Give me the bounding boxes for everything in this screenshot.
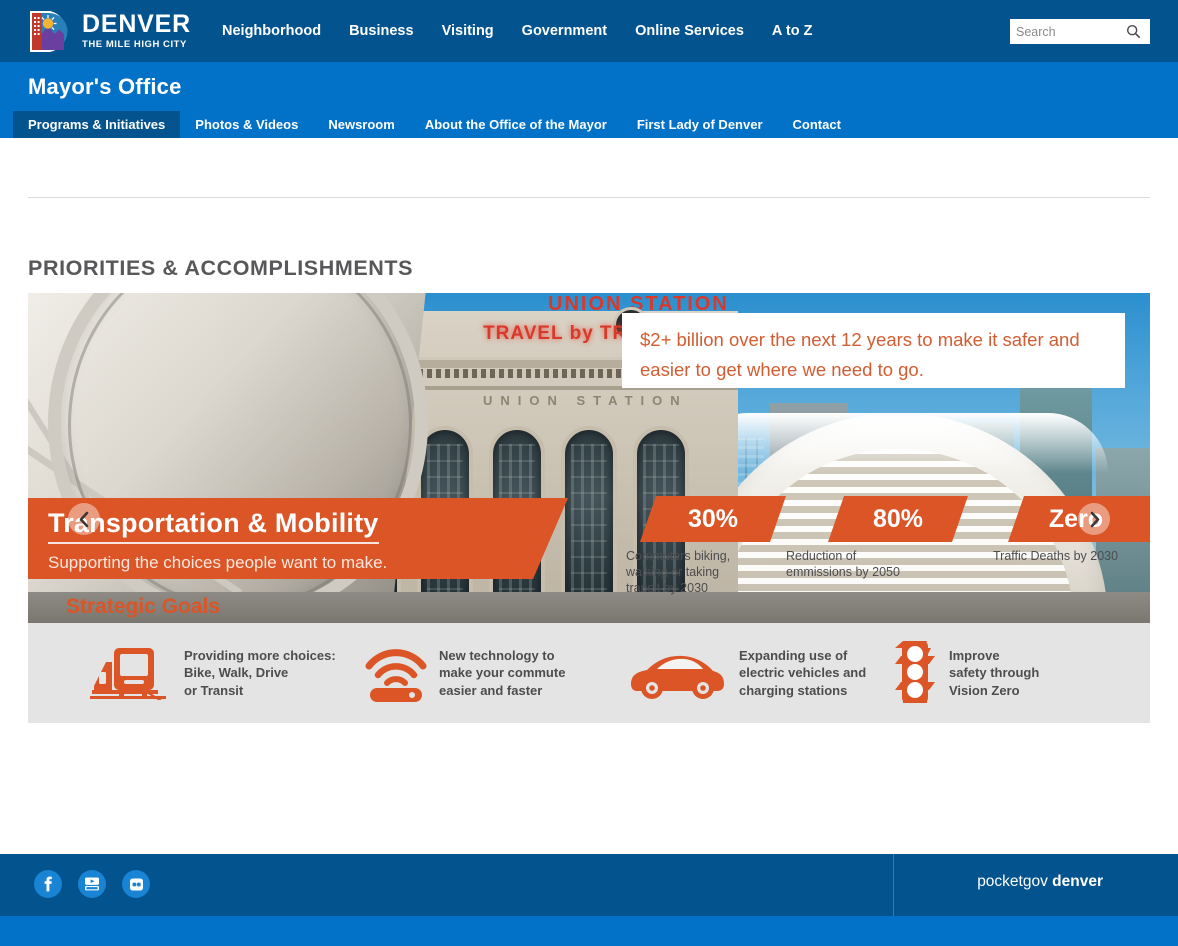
goal-text-line: Improve safety through Vision Zero xyxy=(949,647,1040,698)
tab-programs-initiatives[interactable]: Programs & Initiatives xyxy=(13,111,181,138)
facebook-icon[interactable] xyxy=(34,870,62,898)
chevron-left-icon xyxy=(79,511,88,527)
hero-banner-subtitle: Supporting the choices people want to ma… xyxy=(48,553,388,572)
wifi-signal-icon xyxy=(365,649,427,702)
nav-item-online-services[interactable]: Online Services xyxy=(621,0,758,62)
flickr-glyph-icon xyxy=(129,878,143,890)
strategic-goals-band: Providing more choices: Bike, Walk, Driv… xyxy=(28,623,1150,723)
hero-title-banner: Transportation & Mobility Supporting the… xyxy=(28,498,568,579)
tensile-canopy xyxy=(28,293,458,638)
stat-number: 30% xyxy=(687,505,739,533)
office-bar: Mayor's Office Programs & Initiatives Ph… xyxy=(0,62,1178,138)
footer: pocketgov denver xyxy=(0,854,1178,916)
stat-label: Traffic Deaths by 2030 xyxy=(993,549,1119,563)
main-navigation: Neighborhood Business Visiting Governmen… xyxy=(208,0,826,62)
car-icon xyxy=(631,655,724,699)
tab-photos-videos[interactable]: Photos & Videos xyxy=(180,111,313,138)
nav-item-a-to-z[interactable]: A to Z xyxy=(758,0,827,62)
footer-bottom-strip xyxy=(0,916,1178,946)
youtube-glyph-icon xyxy=(85,877,99,891)
stat-badge: 80% xyxy=(828,496,968,542)
pocketgov-link[interactable]: pocketgov denver xyxy=(977,873,1103,891)
goal-text: Improve safety through Vision Zero xyxy=(949,647,1039,700)
divider xyxy=(28,197,1150,198)
goal-text-line: Providing more choices: Bike, Walk, Driv… xyxy=(184,647,336,698)
youtube-icon[interactable] xyxy=(78,870,106,898)
canopy-edge xyxy=(688,413,1108,473)
goal-text: Providing more choices: Bike, Walk, Driv… xyxy=(184,647,336,700)
flickr-icon[interactable] xyxy=(122,870,150,898)
facebook-glyph-icon xyxy=(44,876,52,892)
nav-item-visiting[interactable]: Visiting xyxy=(428,0,508,62)
search-icon xyxy=(1126,24,1140,39)
station-name-inscription: UNION STATION xyxy=(483,393,688,408)
pocketgov-prefix: pocketgov xyxy=(977,873,1053,890)
carousel-next-button[interactable] xyxy=(1078,503,1110,535)
traffic-light-icon xyxy=(895,641,935,703)
carousel-prev-button[interactable] xyxy=(68,503,100,535)
goal-text: Expanding use of electric vehicles and c… xyxy=(739,647,866,700)
neon-travel: TRAVEL xyxy=(483,323,564,344)
search-input[interactable] xyxy=(1010,20,1118,43)
goal-text-line: Expanding use of electric vehicles and c… xyxy=(739,647,867,698)
tab-contact[interactable]: Contact xyxy=(778,111,856,138)
nav-item-business[interactable]: Business xyxy=(335,0,427,62)
nav-item-neighborhood[interactable]: Neighborhood xyxy=(208,0,335,62)
goal-text-line: New technology to make your commute easi… xyxy=(439,647,566,698)
tab-first-lady-of-denver[interactable]: First Lady of Denver xyxy=(622,111,778,138)
chevron-right-icon xyxy=(1090,511,1099,527)
denver-d-logo-icon xyxy=(30,11,68,52)
hero-quote-box: $2+ billion over the next 12 years to ma… xyxy=(622,313,1125,388)
page-title: Mayor's Office xyxy=(28,74,182,99)
logo-title: DENVER xyxy=(82,10,191,38)
goal-item: Providing more choices: Bike, Walk, Driv… xyxy=(88,642,343,704)
office-sub-navigation: Programs & Initiatives Photos & Videos N… xyxy=(13,111,856,138)
nav-item-government[interactable]: Government xyxy=(508,0,621,62)
top-header: DENVER THE MILE HIGH CITY Neighborhood B… xyxy=(0,0,1178,62)
strategic-goals-title: Strategic Goals xyxy=(66,595,221,618)
denver-logo[interactable]: DENVER THE MILE HIGH CITY xyxy=(28,9,191,54)
goal-text: New technology to make your commute easi… xyxy=(439,647,565,700)
search-button[interactable] xyxy=(1118,19,1148,44)
priorities-carousel: UNION STATION TRAVEL by TRAIN UNION STAT… xyxy=(28,293,1150,733)
logo-tagline: THE MILE HIGH CITY xyxy=(82,39,187,50)
social-links xyxy=(34,870,150,898)
neon-by: by xyxy=(569,323,594,344)
footer-divider xyxy=(893,854,894,916)
pocketgov-bold: denver xyxy=(1052,873,1103,890)
tab-newsroom[interactable]: Newsroom xyxy=(313,111,409,138)
goal-item: Improve safety through Vision Zero xyxy=(893,639,1103,707)
tab-about-office-of-the-mayor[interactable]: About the Office of the Mayor xyxy=(410,111,622,138)
goal-item: Expanding use of electric vehicles and c… xyxy=(627,646,877,700)
hero-quote-text: $2+ billion over the next 12 years to ma… xyxy=(640,329,1080,380)
logo-wordmark: DENVER THE MILE HIGH CITY xyxy=(82,12,191,51)
search-box xyxy=(1010,19,1150,44)
stat-label: Commuters biking, walking or taking tran… xyxy=(626,549,731,595)
stat-number: 80% xyxy=(872,505,924,533)
train-icon xyxy=(90,648,166,700)
stat-label: Reduction of emmissions by 2050 xyxy=(786,549,900,579)
goal-item: New technology to make your commute easi… xyxy=(365,644,605,702)
stat-badge: 30% xyxy=(640,496,786,542)
section-title: PRIORITIES & ACCOMPLISHMENTS xyxy=(28,256,414,280)
